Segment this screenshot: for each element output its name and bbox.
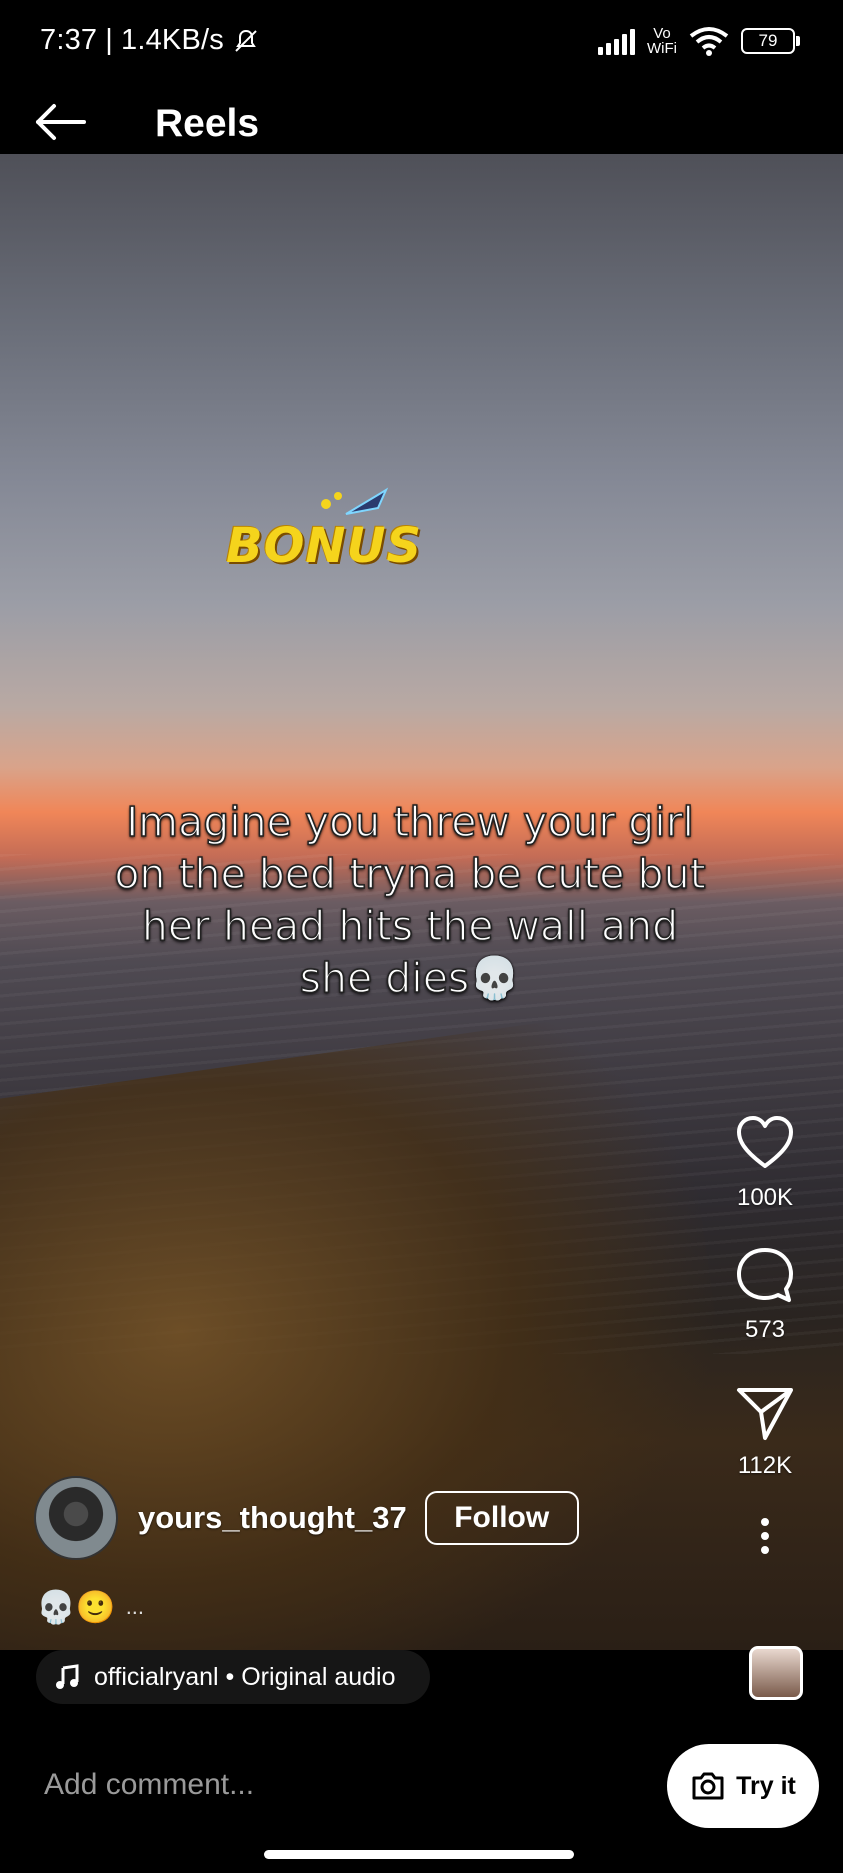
camera-icon [692, 1772, 724, 1800]
status-left: 7:37 | 1.4KB/s [40, 24, 260, 57]
audio-label: officialryanl • Original audio [94, 1662, 396, 1691]
add-comment-input[interactable]: Add comment... [44, 1768, 254, 1802]
avatar[interactable] [34, 1476, 118, 1560]
follow-button[interactable]: Follow [424, 1491, 579, 1545]
vowifi-icon: Vo WiFi [647, 26, 677, 56]
vowifi-top: Vo [653, 25, 671, 42]
home-indicator[interactable] [264, 1850, 574, 1859]
status-bar: 7:37 | 1.4KB/s Vo WiFi 79 [0, 0, 843, 90]
bonus-badge: BONUS [226, 487, 423, 574]
signal-icon [598, 27, 635, 55]
try-it-button[interactable]: Try it [667, 1744, 819, 1828]
more-options-icon[interactable] [753, 1516, 777, 1556]
like-count: 100K [736, 1184, 794, 1211]
back-arrow-icon[interactable] [32, 100, 88, 144]
vowifi-bottom: WiFi [647, 40, 677, 57]
status-right: Vo WiFi 79 [598, 26, 800, 56]
audio-thumbnail[interactable] [749, 1646, 803, 1700]
bonus-text: BONUS [226, 518, 423, 574]
comment-count: 573 [744, 1316, 786, 1343]
share-button[interactable]: 112K [733, 1380, 797, 1480]
username[interactable]: yours_thought_37 [138, 1500, 407, 1536]
network-speed: 1.4KB/s [120, 24, 224, 56]
action-rail: 100K 573 112K [701, 1112, 829, 1556]
share-count: 112K [737, 1452, 793, 1479]
status-time: 7:37 [40, 24, 98, 56]
wifi-icon [689, 27, 729, 56]
header: Reels [0, 90, 843, 154]
comment-bar: Add comment... Try it [0, 1720, 843, 1873]
caption-more[interactable]: ... [126, 1594, 144, 1620]
battery-icon: 79 [741, 28, 800, 54]
video-overlay-text: Imagine you threw your girl on the bed t… [114, 797, 707, 1003]
page-title: Reels [155, 102, 260, 145]
author-row: yours_thought_37 Follow [34, 1476, 579, 1560]
audio-pill[interactable]: officialryanl • Original audio [36, 1650, 430, 1704]
try-it-label: Try it [736, 1771, 796, 1800]
comment-bubble-icon[interactable] [733, 1244, 797, 1308]
send-icon[interactable] [733, 1380, 797, 1444]
rocket-icon [321, 487, 389, 515]
caption-emojis: 💀🙂 [36, 1589, 116, 1625]
mute-bell-icon [235, 29, 257, 52]
heart-icon[interactable] [733, 1112, 797, 1176]
status-separator: | [105, 24, 113, 56]
comment-button[interactable]: 573 [733, 1244, 797, 1344]
like-button[interactable]: 100K [733, 1112, 797, 1212]
music-note-icon [56, 1664, 79, 1689]
caption[interactable]: 💀🙂 ... [36, 1588, 144, 1626]
battery-level: 79 [758, 31, 778, 50]
